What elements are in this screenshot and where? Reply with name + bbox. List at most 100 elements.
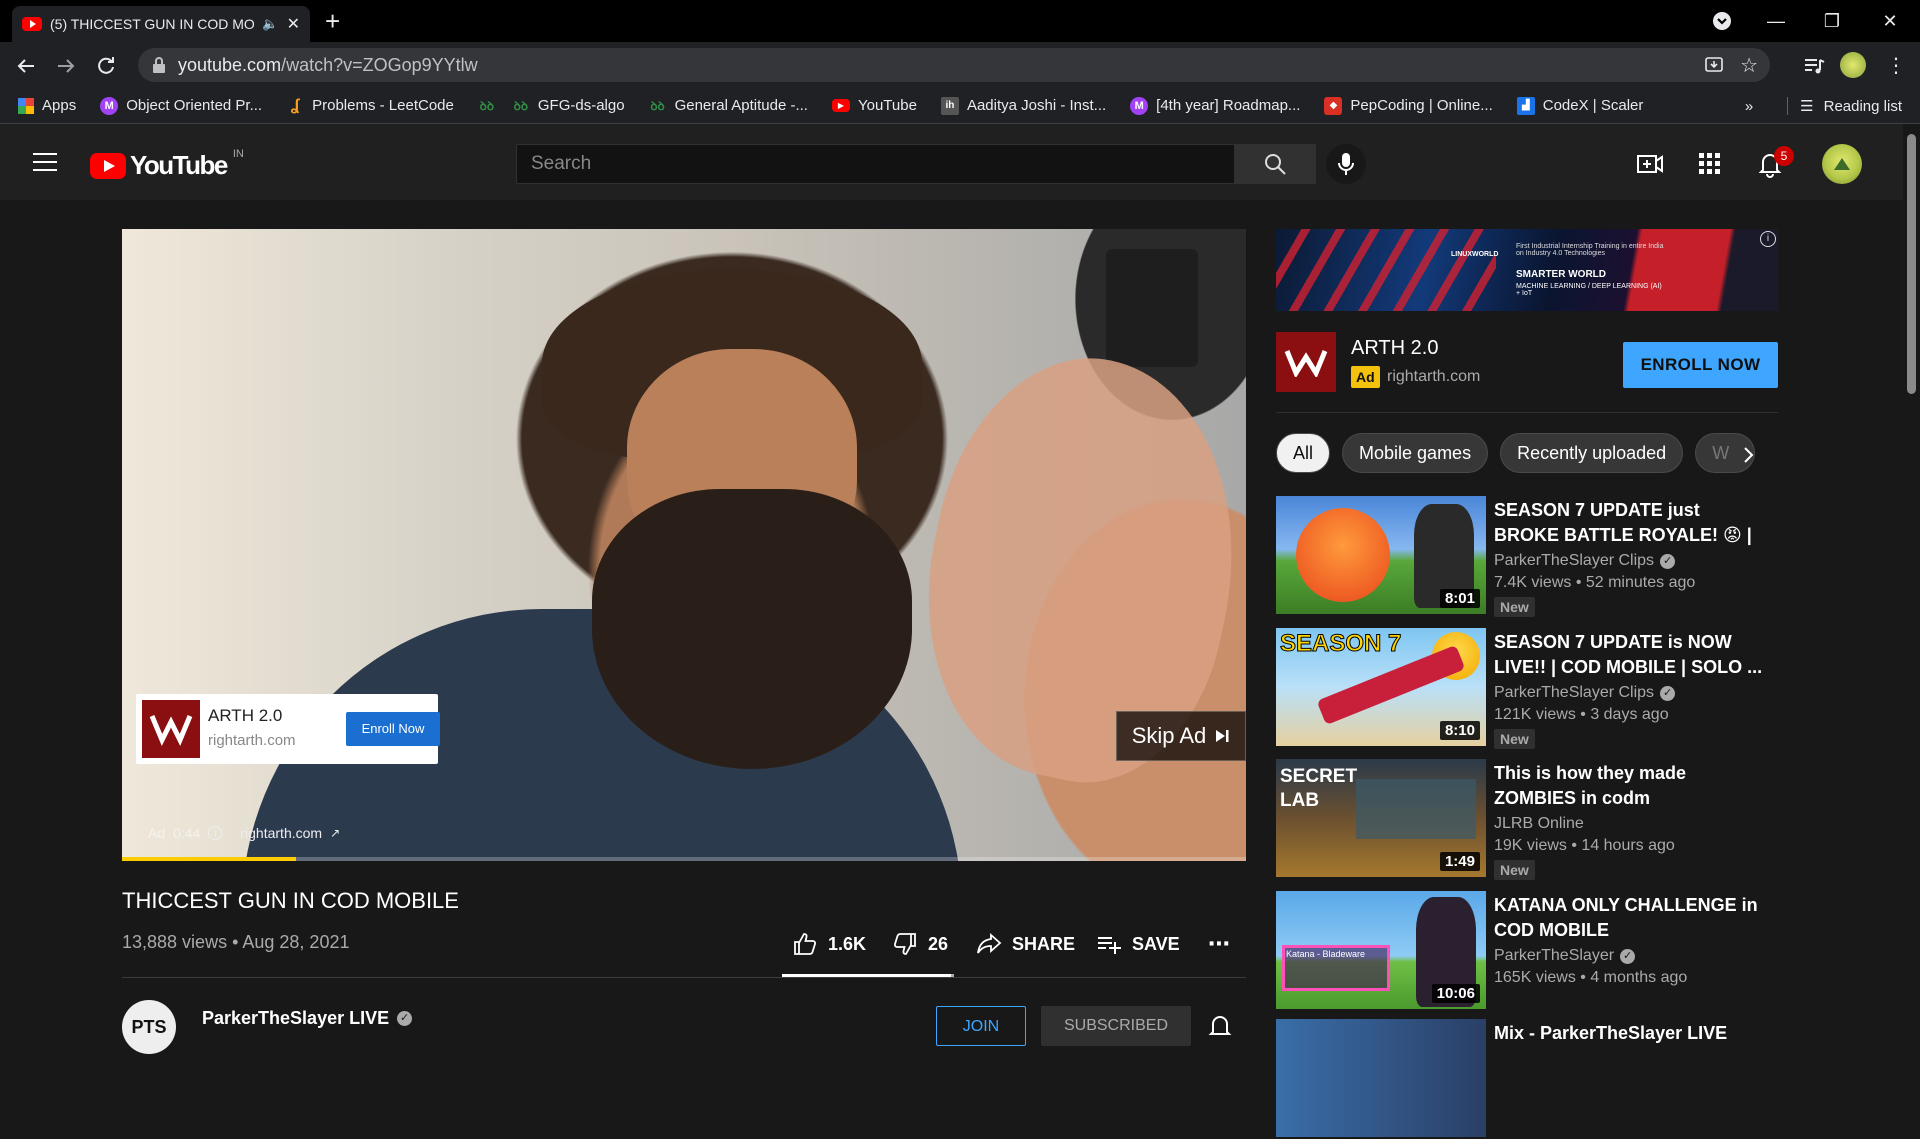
video-views-date: 13,888 views • Aug 28, 2021 [122, 932, 350, 952]
video-thumbnail[interactable]: SECRET LAB 1:49 [1276, 759, 1486, 877]
more-actions-icon[interactable]: ⋯ [1208, 931, 1230, 957]
video-duration: 8:10 [1439, 721, 1480, 740]
ad-info-icon[interactable]: i [1760, 231, 1776, 247]
recommendation-item[interactable]: SEASON 7 8:10 SEASON 7 UPDATE is NOW LIV… [1276, 628, 1778, 749]
media-queue-icon[interactable] [1802, 54, 1826, 78]
new-tab-button[interactable]: + [325, 8, 340, 34]
bookmark-gfg-ds-algo[interactable]: ꝺꝺ GFG-ds-algo [512, 97, 625, 115]
close-window-button[interactable]: ✕ [1870, 8, 1910, 34]
ad-url-link[interactable]: rightarth.com [240, 825, 322, 841]
advertiser-logo-icon[interactable] [1276, 332, 1336, 392]
chip-all[interactable]: All [1276, 433, 1331, 473]
recommendation-title[interactable]: This is how they made ZOMBIES in codm [1494, 761, 1764, 811]
channel-name-text: ParkerTheSlayer LIVE [202, 1008, 390, 1028]
search-input[interactable]: Search [516, 144, 1236, 184]
advertiser-url[interactable]: rightarth.com [1387, 366, 1480, 388]
join-button[interactable]: JOIN [936, 1006, 1026, 1046]
channel-name[interactable]: ParkerTheSlayer LIVE ✓ [202, 1008, 413, 1029]
video-thumbnail[interactable] [1276, 1019, 1486, 1137]
video-player[interactable]: ARTH 2.0 rightarth.com Enroll Now Skip A… [122, 229, 1246, 861]
like-count: 1.6K [828, 933, 867, 954]
scrollbar-thumb[interactable] [1907, 134, 1916, 394]
bookmarks-bar: Apps M Object Oriented Pr... ʆ Problems … [0, 88, 1920, 124]
ad-countdown: 0:44 [173, 825, 201, 841]
profile-avatar-icon[interactable] [1840, 52, 1866, 78]
lock-icon[interactable] [152, 57, 166, 73]
tab-close-icon[interactable]: ✕ [287, 14, 300, 34]
hamburger-menu-icon[interactable] [32, 152, 58, 172]
restore-button[interactable]: ❐ [1812, 8, 1852, 34]
chip-mobile-games[interactable]: Mobile games [1342, 433, 1489, 473]
ih-icon: ih [940, 96, 959, 115]
skip-ad-button[interactable]: Skip Ad [1116, 711, 1246, 761]
ad-progress-fill [122, 857, 297, 861]
info-icon[interactable]: i [208, 826, 223, 840]
install-app-icon[interactable] [1704, 55, 1724, 75]
playlist-add-icon [1098, 937, 1121, 954]
recommendation-channel[interactable]: JLRB Online [1494, 815, 1584, 833]
video-thumbnail[interactable]: Katana - Bladeware 10:06 [1276, 891, 1486, 1009]
create-video-icon[interactable] [1636, 150, 1664, 178]
recommendation-title[interactable]: KATANA ONLY CHALLENGE in COD MOBILE [1494, 893, 1764, 943]
recommendation-channel[interactable]: ParkerTheSlayer Clips ✓ [1494, 552, 1676, 570]
bookmark-apps[interactable]: Apps [18, 97, 76, 114]
player-ad-card[interactable]: ARTH 2.0 rightarth.com Enroll Now [136, 694, 440, 764]
voice-search-button[interactable] [1326, 144, 1366, 184]
bookmark-object-oriented[interactable]: M Object Oriented Pr... [100, 96, 262, 115]
recommendation-title[interactable]: Mix - ParkerTheSlayer LIVE [1494, 1021, 1764, 1046]
reload-icon[interactable] [94, 54, 118, 78]
bookmark-star-icon[interactable]: ☆ [1740, 53, 1758, 78]
recommendation-item[interactable]: Katana - Bladeware 10:06 KATANA ONLY CHA… [1276, 891, 1778, 1011]
chip-recently-uploaded[interactable]: Recently uploaded [1500, 433, 1684, 473]
bookmark-codex-scaler[interactable]: ▟ CodeX | Scaler [1516, 96, 1643, 115]
video-thumbnail[interactable]: SEASON 7 8:10 [1276, 628, 1486, 746]
subscribed-button[interactable]: SUBSCRIBED [1041, 1006, 1191, 1046]
browser-menu-icon[interactable]: ⋮ [1884, 54, 1908, 78]
audio-playing-icon[interactable]: 🔈 [262, 16, 278, 32]
browser-tab[interactable]: (5) THICCEST GUN IN COD MOBILE 🔈 ✕ [12, 6, 310, 42]
user-avatar[interactable] [1822, 144, 1862, 184]
enroll-now-button[interactable]: ENROLL NOW [1623, 342, 1778, 388]
recommendation-title[interactable]: SEASON 7 UPDATE is NOW LIVE!! | COD MOBI… [1494, 630, 1764, 680]
address-bar[interactable]: youtube.com/watch?v=ZOGop9YYtlw ☆ [138, 48, 1770, 82]
external-link-icon[interactable]: ↗ [330, 826, 340, 840]
bookmark-gfg[interactable]: ꝺꝺ [478, 97, 496, 115]
bookmark-leetcode[interactable]: ʆ Problems - LeetCode [286, 97, 454, 115]
search-button[interactable] [1234, 144, 1316, 184]
recommendation-item[interactable]: SECRET LAB 1:49 This is how they made ZO… [1276, 759, 1778, 880]
back-arrow-icon[interactable] [14, 54, 38, 78]
share-button[interactable]: SHARE [976, 931, 1075, 957]
save-button[interactable]: SAVE [1096, 931, 1180, 957]
bookmark-roadmap[interactable]: M [4th year] Roadmap... [1130, 96, 1300, 115]
minimize-button[interactable]: — [1756, 8, 1796, 34]
dislike-button[interactable]: 26 [892, 931, 948, 957]
bookmark-label: Aaditya Joshi - Inst... [966, 97, 1107, 114]
advertiser-name[interactable]: ARTH 2.0 [1351, 337, 1438, 360]
ad-card-enroll-button[interactable]: Enroll Now [346, 712, 440, 746]
ad-card-url[interactable]: rightarth.com [208, 732, 296, 749]
banner-tagline: First Industrial Internship Training in … [1516, 243, 1664, 257]
channel-avatar[interactable]: PTS [122, 1000, 176, 1054]
recommendation-channel[interactable]: ParkerTheSlayer Clips ✓ [1494, 684, 1676, 702]
sidebar-banner-ad[interactable]: LINUXWORLD First Industrial Internship T… [1276, 229, 1778, 311]
recommendation-channel[interactable]: ParkerTheSlayer ✓ [1494, 947, 1636, 965]
channel-bell-icon[interactable] [1206, 1012, 1234, 1040]
recommendation-item[interactable]: Mix - ParkerTheSlayer LIVE [1276, 1019, 1778, 1139]
recommendation-title[interactable]: SEASON 7 UPDATE just BROKE BATTLE ROYALE… [1494, 498, 1764, 548]
recommendation-item[interactable]: 8:01 SEASON 7 UPDATE just BROKE BATTLE R… [1276, 496, 1778, 617]
ad-progress-track[interactable] [122, 857, 1246, 861]
bookmark-pepcoding[interactable]: ◆ PepCoding | Online... [1324, 96, 1493, 115]
like-button[interactable]: 1.6K [792, 931, 866, 957]
video-thumbnail[interactable]: 8:01 [1276, 496, 1486, 614]
youtube-logo[interactable]: YouTube IN [90, 148, 244, 181]
bookmark-aaditya-joshi[interactable]: ih Aaditya Joshi - Inst... [940, 96, 1107, 115]
bookmark-general-aptitude[interactable]: ꝺꝺ General Aptitude -... [649, 97, 808, 115]
tab-search-icon[interactable] [1702, 8, 1742, 34]
arth-logo-icon [142, 700, 200, 758]
apps-grid-icon[interactable] [1696, 150, 1724, 178]
reading-list[interactable]: » ☰ Reading list [1745, 88, 1902, 124]
chevron-right-icon[interactable] [1734, 441, 1762, 469]
bookmark-youtube[interactable]: ▶ YouTube [831, 97, 917, 114]
forward-arrow-icon[interactable] [54, 54, 78, 78]
more-bookmarks-icon[interactable]: » [1745, 98, 1753, 115]
